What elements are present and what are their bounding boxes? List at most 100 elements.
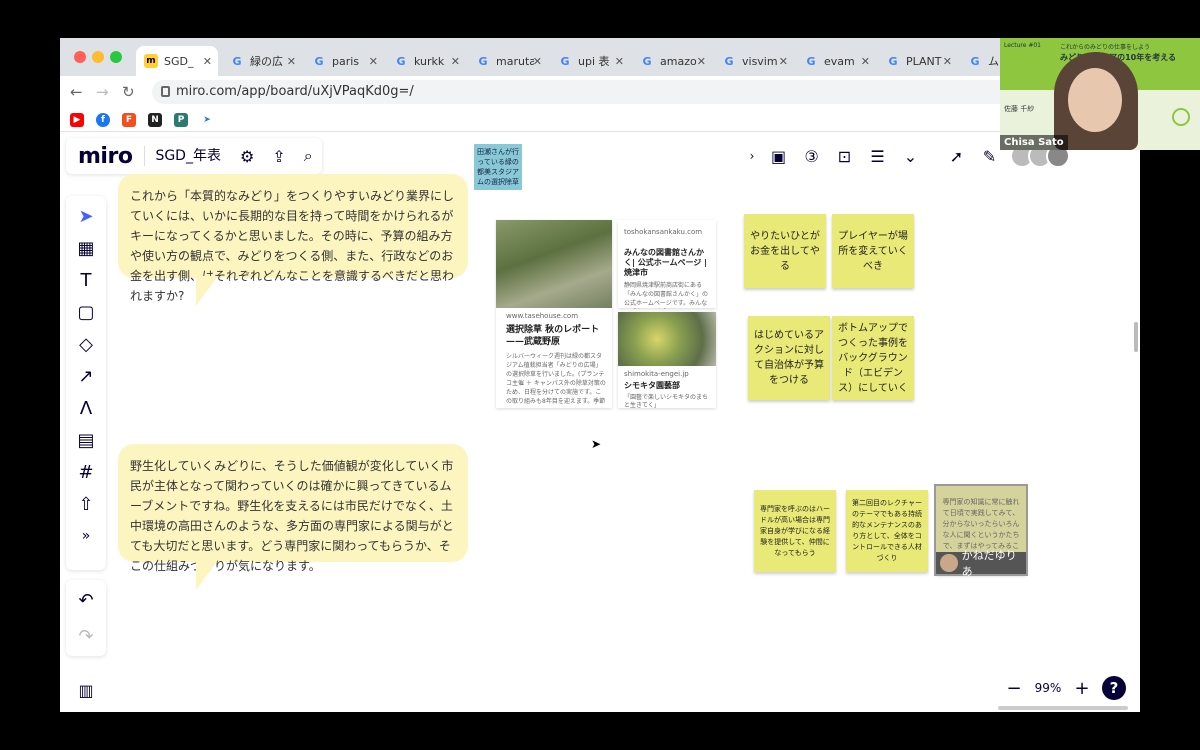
speech-bubble[interactable]: これから「本質的なみどり」をつくりやすいみどり業界にしていくには、いかに長期的な… <box>118 174 468 303</box>
facebook-icon[interactable]: f <box>96 113 110 127</box>
close-icon[interactable]: ✕ <box>287 55 296 68</box>
notion-icon[interactable]: N <box>148 113 162 127</box>
zoom-level[interactable]: 99% <box>1028 681 1068 695</box>
select-cursor-icon[interactable]: ➤ <box>66 200 106 232</box>
google-icon: G <box>314 54 324 68</box>
reactions-icon[interactable]: ▣ <box>762 147 795 166</box>
bubble-tail <box>196 276 218 306</box>
close-icon[interactable]: ✕ <box>533 55 542 68</box>
tab-google[interactable]: Gvisvim ✕ <box>714 46 794 76</box>
close-icon[interactable]: ✕ <box>779 55 788 68</box>
p-icon[interactable]: P <box>174 113 188 127</box>
forward-icon[interactable]: → <box>96 83 109 101</box>
card-title: シモキタ園藝部 <box>624 381 680 390</box>
close-icon[interactable]: ✕ <box>451 55 460 68</box>
horizontal-scrollbar[interactable] <box>998 706 1128 710</box>
tab-google[interactable]: Gmaruta ✕ <box>468 46 548 76</box>
sticky-note[interactable]: 第二回目のレクチャーのテーマでもある持続的なメンテナンスのあり方として、全体をコ… <box>846 490 928 572</box>
templates-icon[interactable]: ▦ <box>66 232 106 264</box>
address-bar-row: ← → ↻ miro.com/app/board/uXjVPaqKd0g=/ <box>60 76 1140 108</box>
sticky-text: プレイヤーが場所を変えていくべき <box>838 230 908 272</box>
share-upload-icon[interactable]: ⇪ <box>263 147 294 166</box>
more-tools-icon[interactable]: » <box>66 520 106 552</box>
sticky-note-icon[interactable]: ▢ <box>66 296 106 328</box>
bubble-text: 野生化していくみどりに、そうした価値観が変化していく市民が主体となって関わってい… <box>130 459 454 573</box>
tab-google[interactable]: Gevam ✕ <box>796 46 876 76</box>
search-icon[interactable]: ⌕ <box>295 146 322 166</box>
chevron-right-icon[interactable]: › <box>742 149 762 163</box>
tab-label: PLANT <box>906 54 942 68</box>
close-icon[interactable]: ✕ <box>697 55 706 68</box>
close-icon[interactable]: ✕ <box>943 55 952 68</box>
reload-icon[interactable]: ↻ <box>122 83 135 101</box>
sticky-note[interactable]: やりたいひとがお金を出してやる <box>744 214 826 288</box>
sticky-note[interactable]: プレイヤーが場所を変えていくべき <box>832 214 914 288</box>
redo-icon[interactable]: ↷ <box>66 620 106 652</box>
speech-bubble[interactable]: 野生化していくみどりに、そうした価値観が変化していく市民が主体となって関わってい… <box>118 444 468 573</box>
youtube-icon[interactable]: ▶ <box>70 113 84 127</box>
text-icon[interactable]: T <box>66 264 106 296</box>
link-card[interactable]: www.tasehouse.com 選択除草 秋のレポート——武蔵野原 シルバー… <box>496 220 612 408</box>
browser-window: m SGD_ ✕ G 緑の広 ✕ Gparis ✕ Gkurkk ✕ Gmaruta ✕ … <box>60 38 1140 712</box>
sticky-note[interactable]: はじめているアクションに対して自治体が予算をつける <box>748 316 830 400</box>
notes-icon[interactable]: ☰ <box>861 147 894 166</box>
help-icon[interactable]: ? <box>1102 676 1126 700</box>
close-icon[interactable]: ✕ <box>203 55 212 68</box>
tab-google[interactable]: Gamazo ✕ <box>632 46 712 76</box>
tab-label: upi 表 <box>578 55 610 68</box>
card-body: 「園藝で楽しいシモキタのまちと生きてく」 <box>624 394 709 409</box>
pen-icon[interactable]: Λ <box>66 392 106 424</box>
url-field[interactable]: miro.com/app/board/uXjVPaqKd0g=/ <box>152 80 1052 104</box>
organization-logo-icon <box>1172 108 1190 126</box>
close-window-button[interactable] <box>74 51 86 63</box>
maximize-window-button[interactable] <box>110 51 122 63</box>
chevron-down-icon[interactable]: ⌄ <box>894 147 927 166</box>
tab-google[interactable]: G PLANT ✕ <box>878 46 958 76</box>
zoom-out-icon[interactable]: − <box>1000 678 1028 699</box>
miro-board-canvas[interactable]: miro SGD_年表 ⚙ ⇪ ⌕ ➤ ▦ T ▢ ◇ ↗ Λ ▤ # ⇧ » … <box>60 132 1140 712</box>
back-icon[interactable]: ← <box>70 83 83 101</box>
sticky-text: ボトムアップでつくった事例をバックグラウンド（エビデンス）にしていく <box>838 322 908 394</box>
close-icon[interactable]: ✕ <box>861 55 870 68</box>
link-card[interactable]: toshokansankaku.com みんなの図書館さんかく| 公式ホームペー… <box>618 220 716 308</box>
tab-miro[interactable]: m SGD_ ✕ <box>136 46 218 76</box>
sidebar-panel-icon[interactable]: ▥ <box>66 674 106 706</box>
minimize-window-button[interactable] <box>92 51 104 63</box>
slide-subtitle: これからのみどりの仕事をしよう <box>1060 44 1151 51</box>
avatar <box>940 554 958 572</box>
tab-google[interactable]: Gupi 表 ✕ <box>550 46 630 76</box>
upload-icon[interactable]: ⇧ <box>66 488 106 520</box>
tab-google[interactable]: Gparis ✕ <box>304 46 384 76</box>
vertical-scrollbar[interactable] <box>1134 322 1138 352</box>
tab-google[interactable]: Gkurkk ✕ <box>386 46 466 76</box>
undo-icon[interactable]: ↶ <box>66 584 106 616</box>
url-text: miro.com/app/board/uXjVPaqKd0g=/ <box>176 84 414 99</box>
undo-redo-panel: ↶ ↷ <box>66 580 106 656</box>
sticky-note[interactable]: 専門家を呼ぶのはハードルが高い場合は専門家自身が学びになる経験を提供して、仲間に… <box>754 490 836 572</box>
shapes-icon[interactable]: ◇ <box>66 328 106 360</box>
connector-arrow-icon[interactable]: ↗ <box>66 360 106 392</box>
comment-icon[interactable]: ▤ <box>66 424 106 456</box>
gear-icon[interactable]: ⚙ <box>231 147 263 166</box>
link-card[interactable]: shimokita-engei.jp シモキタ園藝部 「園藝で楽しいシモキタのま… <box>618 312 716 409</box>
card-title: みんなの図書館さんかく| 公式ホームページ | 焼津市 <box>624 248 708 277</box>
sticky-note[interactable]: ボトムアップでつくった事例をバックグラウンド（エビデンス）にしていく <box>832 316 914 400</box>
close-icon[interactable]: ✕ <box>615 55 624 68</box>
close-icon[interactable]: ✕ <box>369 55 378 68</box>
google-icon: G <box>970 54 980 68</box>
frame-icon[interactable]: # <box>66 456 106 488</box>
blue-sticky-note[interactable]: 田瀬さんが行っている緑の都美スタジアムの選択除草 <box>474 144 522 190</box>
tab-google[interactable]: G 緑の広 ✕ <box>222 46 302 76</box>
figma-icon[interactable]: F <box>122 113 136 127</box>
board-name[interactable]: SGD_年表 <box>144 146 231 166</box>
card-body: シルバーウィーク週刊は緑の都スタジアム植栽担当者「みどりの広場」の選択除草を行い… <box>506 353 606 404</box>
presentation-icon[interactable]: ⊡ <box>828 147 861 166</box>
webcam-name-label: Chisa Sato <box>1000 135 1068 150</box>
tab-google[interactable]: G ムラ <box>960 46 1000 76</box>
timer-icon[interactable]: ③ <box>795 147 828 166</box>
zoom-in-icon[interactable]: + <box>1068 678 1096 699</box>
miro-logo[interactable]: miro <box>66 144 144 169</box>
tab-strip: m SGD_ ✕ G 緑の広 ✕ Gparis ✕ Gkurkk ✕ Gmaruta ✕ … <box>60 38 1140 76</box>
arrow-icon[interactable]: ➤ <box>200 113 214 127</box>
cursor-follow-icon[interactable]: ➚ <box>940 147 973 166</box>
